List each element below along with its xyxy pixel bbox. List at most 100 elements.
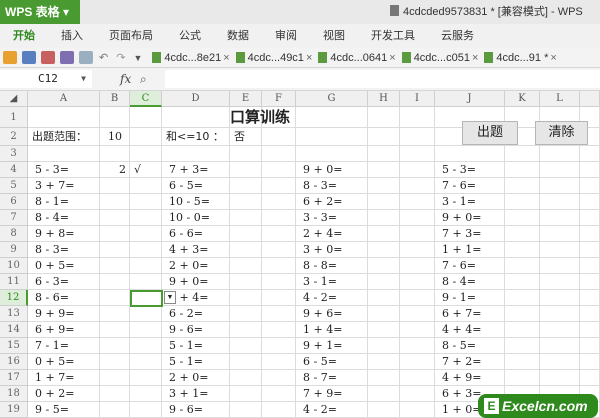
cell[interactable] — [262, 306, 296, 322]
menu-tab-0[interactable]: 开始 — [0, 24, 48, 48]
cell[interactable] — [130, 146, 162, 162]
cell[interactable] — [262, 242, 296, 258]
cell[interactable] — [368, 210, 400, 226]
name-box[interactable]: C12 ▼ — [0, 70, 92, 88]
problem-cell[interactable]: 1 + 0= — [435, 402, 481, 418]
cell[interactable] — [580, 258, 600, 274]
cell[interactable] — [130, 338, 162, 354]
close-icon[interactable]: × — [550, 52, 556, 64]
row-header-7[interactable]: 7 — [0, 210, 28, 226]
cell[interactable] — [400, 162, 435, 178]
cell[interactable] — [130, 386, 162, 402]
cell[interactable] — [230, 338, 262, 354]
problem-cell[interactable]: 4 + 3= — [162, 242, 208, 258]
row-header-12[interactable]: 12 — [0, 290, 28, 306]
menu-tab-7[interactable]: 开发工具 — [358, 24, 428, 48]
answer-b4[interactable]: 2 — [100, 162, 130, 178]
cell[interactable] — [400, 386, 435, 402]
cell[interactable] — [368, 338, 400, 354]
cell[interactable] — [262, 290, 296, 306]
cell[interactable] — [230, 274, 262, 290]
document-tab[interactable]: 4cdc...8e21 × — [152, 52, 230, 64]
cell[interactable] — [400, 194, 435, 210]
row-header-18[interactable]: 18 — [0, 386, 28, 402]
cell[interactable] — [368, 242, 400, 258]
problem-cell[interactable]: 5 - 3= — [28, 162, 69, 178]
problem-cell[interactable]: 0 + 5= — [28, 354, 74, 370]
problem-cell[interactable]: 0 + 2= — [28, 386, 74, 402]
problem-cell[interactable]: 9 + 0= — [435, 210, 481, 226]
problem-cell[interactable]: 8 - 6= — [28, 290, 69, 306]
problem-cell[interactable]: 6 + 9= — [28, 322, 74, 338]
cell[interactable] — [505, 210, 540, 226]
cell[interactable] — [262, 274, 296, 290]
problem-cell[interactable]: 6 + 7= — [435, 306, 481, 322]
problem-cell[interactable]: 9 - 6= — [162, 402, 203, 418]
problem-cell[interactable]: 7 - 1= — [28, 338, 69, 354]
cell[interactable] — [580, 322, 600, 338]
cell[interactable] — [400, 226, 435, 242]
cell[interactable] — [368, 370, 400, 386]
cell[interactable] — [540, 242, 580, 258]
problem-cell[interactable]: 6 - 3= — [28, 274, 69, 290]
row-header-17[interactable]: 17 — [0, 370, 28, 386]
cell[interactable] — [262, 178, 296, 194]
cell[interactable] — [130, 194, 162, 210]
cell[interactable] — [400, 210, 435, 226]
problem-cell[interactable]: 3 + 0= — [296, 242, 342, 258]
column-header-M[interactable] — [580, 91, 600, 107]
menu-tab-1[interactable]: 插入 — [48, 24, 96, 48]
selected-cell-c12[interactable] — [130, 290, 163, 307]
cell[interactable] — [505, 258, 540, 274]
cell[interactable] — [368, 322, 400, 338]
cell[interactable] — [262, 322, 296, 338]
cell[interactable] — [100, 107, 130, 128]
problem-cell[interactable]: 9 + 1= — [296, 338, 342, 354]
cell[interactable] — [230, 354, 262, 370]
problem-cell[interactable]: 5 - 3= — [435, 162, 476, 178]
cell[interactable] — [580, 290, 600, 306]
cell[interactable] — [368, 146, 400, 162]
row-header-13[interactable]: 13 — [0, 306, 28, 322]
cell[interactable] — [580, 178, 600, 194]
problem-cell[interactable]: 6 + 3= — [435, 386, 481, 402]
problem-cell[interactable]: 1 + 4= — [296, 322, 342, 338]
problem-cell[interactable]: 8 - 4= — [435, 274, 476, 290]
cell[interactable] — [130, 107, 162, 128]
cell[interactable] — [368, 402, 400, 418]
problem-cell[interactable]: 8 - 4= — [28, 210, 69, 226]
document-tab[interactable]: 4cdc...49c1 × — [235, 52, 312, 64]
cell[interactable] — [230, 210, 262, 226]
select-all-corner[interactable]: ◢ — [0, 91, 28, 107]
cell[interactable] — [100, 146, 130, 162]
problem-cell[interactable]: 3 - 1= — [435, 194, 476, 210]
cell[interactable] — [368, 258, 400, 274]
cell[interactable] — [540, 210, 580, 226]
row-header-3[interactable]: 3 — [0, 146, 28, 162]
column-header-K[interactable]: K — [505, 91, 540, 107]
cell[interactable] — [262, 386, 296, 402]
problem-cell[interactable]: 7 - 6= — [435, 258, 476, 274]
cell[interactable] — [540, 226, 580, 242]
cell[interactable] — [28, 107, 100, 128]
cell[interactable] — [230, 162, 262, 178]
cell[interactable] — [262, 194, 296, 210]
cell[interactable] — [400, 354, 435, 370]
menu-tab-2[interactable]: 页面布局 — [96, 24, 166, 48]
cell[interactable] — [540, 162, 580, 178]
problem-cell[interactable]: 10 - 0= — [162, 210, 210, 226]
cell[interactable] — [262, 162, 296, 178]
cell[interactable] — [540, 306, 580, 322]
cell[interactable] — [580, 274, 600, 290]
cell[interactable] — [540, 178, 580, 194]
problem-cell[interactable]: 8 - 1= — [28, 194, 69, 210]
problem-cell[interactable]: 7 + 2= — [435, 354, 481, 370]
cell[interactable] — [262, 128, 296, 146]
cell[interactable] — [100, 322, 130, 338]
cell[interactable] — [262, 210, 296, 226]
cell[interactable] — [540, 274, 580, 290]
column-header-B[interactable]: B — [100, 91, 130, 107]
cell[interactable] — [580, 146, 600, 162]
cell[interactable] — [230, 306, 262, 322]
cell[interactable] — [580, 226, 600, 242]
